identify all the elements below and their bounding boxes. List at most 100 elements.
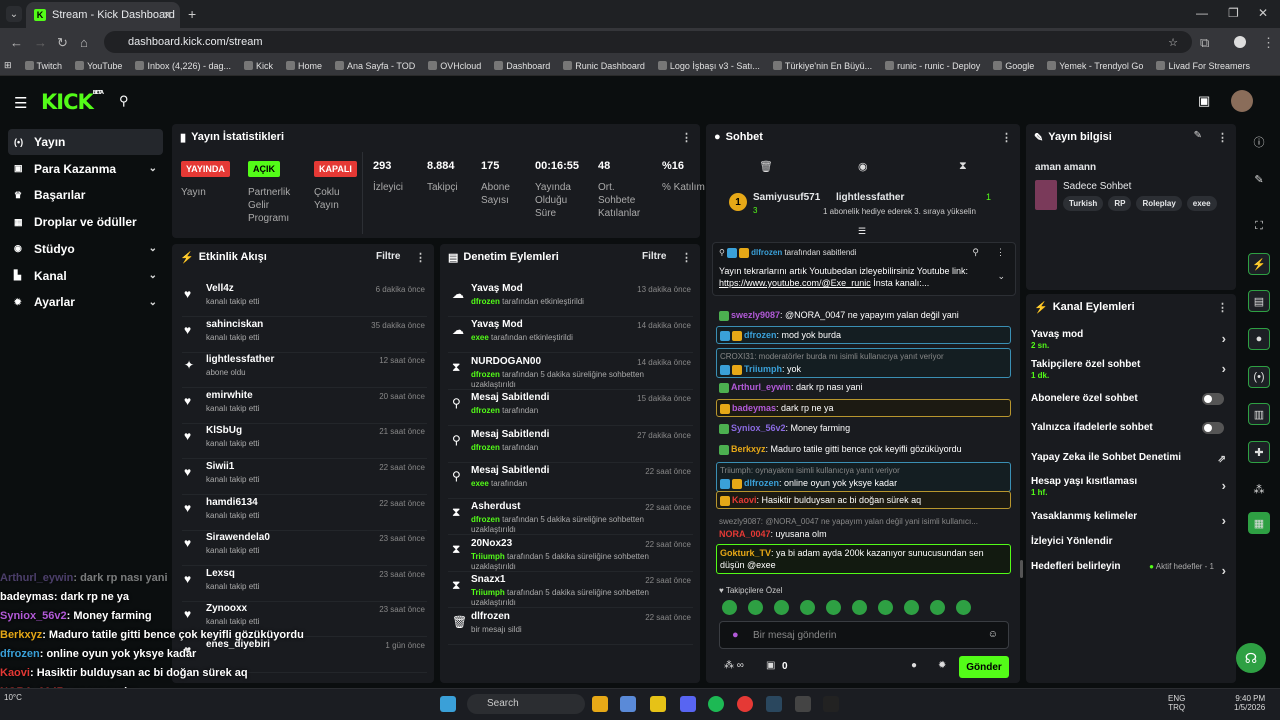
moderation-row[interactable]: ⚲ Mesaj Sabitlendi dfrozen tarafından 27 da… bbox=[448, 427, 693, 463]
gear-icon[interactable]: ✹ bbox=[938, 660, 946, 671]
activity-row[interactable]: ♥ sahinciskan kanalı takip etti 35 dakika ö… bbox=[182, 317, 427, 353]
chat-username[interactable]: Berkxyz bbox=[731, 444, 766, 454]
folder-icon[interactable] bbox=[650, 696, 666, 712]
discord-icon[interactable] bbox=[680, 696, 696, 712]
chat-username[interactable]: NORA_0047 bbox=[719, 529, 771, 539]
game-icon[interactable]: ▦ bbox=[1248, 512, 1270, 534]
maximize-button[interactable]: ❐ bbox=[1228, 6, 1239, 20]
bookmark-item[interactable]: Kick bbox=[244, 61, 273, 71]
channel-action-row[interactable]: Yapay Zeka ile Sohbet Denetimi ⇗ bbox=[1031, 452, 1226, 465]
reply-context[interactable]: swezly9087: @NORA_0047 ne yapayım yalan … bbox=[719, 516, 1008, 528]
points-icon[interactable]: ⁂ bbox=[1248, 478, 1270, 500]
stream-info-menu-icon[interactable]: ⋮ bbox=[1217, 131, 1228, 144]
moderator-name[interactable]: exee bbox=[471, 479, 489, 488]
moderation-row[interactable]: 🗑 dlfrozen bir mesajı sildi 22 saat önce bbox=[448, 609, 693, 645]
activity-row[interactable]: ♥ Vell4z kanalı takip etti 6 dakika önce bbox=[182, 281, 427, 317]
moderation-row[interactable]: ⧗ Snazx1 Triiumph tarafından 5 dakika süre… bbox=[448, 572, 693, 609]
sidebar-item-4[interactable]: ◉ Stüdyo ⌄ bbox=[8, 236, 163, 262]
broadcast-icon[interactable]: (•) bbox=[1248, 366, 1270, 388]
activity-filter-button[interactable]: Filtre bbox=[376, 251, 400, 262]
emote-icon[interactable] bbox=[930, 600, 945, 615]
activity-row[interactable]: ✦ lightlessfather abone oldu 12 saat önce bbox=[182, 352, 427, 389]
moderator-name[interactable]: Triiumph bbox=[471, 552, 505, 561]
bookmark-item[interactable]: Yemek - Trendyol Go bbox=[1047, 61, 1143, 71]
reply-context[interactable]: CROXI31: moderatörler burda mı isimli ku… bbox=[720, 351, 1007, 363]
emote-icon[interactable] bbox=[956, 600, 971, 615]
bookmark-star-icon[interactable]: ☆ bbox=[1168, 36, 1178, 49]
tag-chip[interactable]: Turkish bbox=[1063, 196, 1104, 211]
moderator-name[interactable]: Triiumph bbox=[471, 588, 505, 597]
chat-menu-icon[interactable]: ⋮ bbox=[1001, 131, 1012, 144]
channel-action-row[interactable]: Yasaklanmış kelimeler › bbox=[1031, 511, 1226, 528]
emote-icon[interactable] bbox=[774, 600, 789, 615]
tab-search-button[interactable]: ⌄ bbox=[6, 6, 22, 22]
channel-actions-menu-icon[interactable]: ⋮ bbox=[1217, 301, 1228, 314]
chat-username[interactable]: swezly9087 bbox=[731, 310, 780, 320]
leader2-name[interactable]: lightlessfather bbox=[836, 192, 904, 203]
moderation-row[interactable]: ⧗ NURDOGAN00 dfrozen tarafından 5 dakika s… bbox=[448, 354, 693, 390]
bookmark-item[interactable]: Ana Sayfa - TOD bbox=[335, 61, 415, 71]
apps-icon[interactable]: ⊞ bbox=[4, 60, 12, 71]
chat-bubble-icon[interactable]: ● bbox=[1248, 328, 1270, 350]
fullscreen-icon[interactable]: ⛶ bbox=[1248, 215, 1270, 237]
chat-message[interactable]: Gokturk_TV: ya bi adam ayda 200k kazanıy… bbox=[716, 544, 1011, 574]
pinned-link[interactable]: https://www.youtube.com/@Exe_runic bbox=[719, 278, 871, 288]
moderation-row[interactable]: ⚲ Mesaj Sabitlendi exee tarafından 22 saat … bbox=[448, 463, 693, 499]
activity-row[interactable]: ♥ Siwii1 kanalı takip etti 22 saat önce bbox=[182, 459, 427, 495]
bookmark-item[interactable]: Türkiye'nin En Büyü... bbox=[772, 61, 872, 71]
obs-icon[interactable] bbox=[795, 696, 811, 712]
channel-action-row[interactable]: İzleyici Yönlendir bbox=[1031, 536, 1226, 547]
chat-mode-icon[interactable]: ◉ bbox=[858, 160, 868, 173]
bookmark-item[interactable]: Twitch bbox=[24, 61, 62, 71]
activity-menu-icon[interactable]: ⋮ bbox=[415, 251, 426, 264]
sidebar-item-0[interactable]: (•) Yayın bbox=[8, 129, 163, 155]
emote-icon[interactable] bbox=[878, 600, 893, 615]
chat-message[interactable]: dfrozen: mod yok burda bbox=[716, 326, 1011, 344]
moderator-name[interactable]: dfrozen bbox=[471, 370, 500, 379]
moderation-row[interactable]: ⧗ 20Nox23 Triiumph tarafından 5 dakika sür… bbox=[448, 536, 693, 572]
chat-scrollbar[interactable] bbox=[1020, 560, 1023, 578]
browser-menu-icon[interactable]: ⋮ bbox=[1262, 35, 1275, 51]
url-field[interactable]: dashboard.kick.com/stream ☆ bbox=[104, 31, 1192, 53]
home-button[interactable]: ⌂ bbox=[80, 35, 88, 50]
document-icon[interactable]: ▤ bbox=[1248, 290, 1270, 312]
bookmark-item[interactable]: YouTube bbox=[75, 61, 122, 71]
gift-icon[interactable]: ▣ bbox=[766, 660, 775, 671]
edit-icon[interactable]: ✎ bbox=[1194, 130, 1202, 141]
wrench-icon[interactable]: ✚ bbox=[1248, 441, 1270, 463]
chat-message[interactable]: swezly9087: @NORA_0047 ne yapayım yalan … bbox=[716, 514, 1011, 542]
epic-icon[interactable] bbox=[823, 696, 839, 712]
chat-username[interactable]: Kaovi bbox=[732, 495, 757, 505]
moderator-name[interactable]: dfrozen bbox=[471, 443, 500, 452]
info-icon[interactable]: ⓘ bbox=[1248, 131, 1270, 153]
chat-message[interactable]: CROXI31: moderatörler burda mı isimli ku… bbox=[716, 348, 1011, 378]
bolt-icon[interactable]: ⚡ bbox=[1248, 253, 1270, 275]
emote-icon[interactable] bbox=[904, 600, 919, 615]
chat-message[interactable]: Arthurl_eywin: dark rp nası yani bbox=[716, 379, 1011, 395]
bookmark-item[interactable]: OVHcloud bbox=[428, 61, 481, 71]
chat-username[interactable]: dfrozen bbox=[744, 330, 777, 340]
tag-chip[interactable]: Roleplay bbox=[1136, 196, 1182, 211]
close-tab-icon[interactable]: ✕ bbox=[163, 9, 172, 22]
toggle-switch[interactable] bbox=[1202, 393, 1224, 405]
moderation-row[interactable]: ⚲ Mesaj Sabitlendi dfrozen tarafından 15 da… bbox=[448, 390, 693, 427]
points-icon[interactable]: ⁂ ∞ bbox=[724, 660, 744, 671]
moderator-name[interactable]: exee bbox=[471, 333, 489, 342]
bookmark-item[interactable]: Home bbox=[286, 61, 322, 71]
chat-message[interactable]: swezly9087: @NORA_0047 ne yapayım yalan … bbox=[716, 307, 1011, 323]
moderation-row[interactable]: ☁ Yavaş Mod exee tarafından etkinleştirild… bbox=[448, 317, 693, 354]
bookmark-item[interactable]: Livad For Streamers bbox=[1156, 61, 1250, 71]
pin-icon[interactable]: ⚲ bbox=[119, 93, 129, 109]
moderator-name[interactable]: dfrozen bbox=[471, 297, 500, 306]
activity-row[interactable]: ♥ Sirawendela0 kanalı takip etti 23 saat ön… bbox=[182, 530, 427, 567]
send-button[interactable]: Gönder bbox=[959, 656, 1009, 678]
weather-widget[interactable]: 10°C bbox=[4, 693, 22, 702]
back-button[interactable]: ← bbox=[10, 35, 23, 50]
chat-username[interactable]: Syniox_56v2 bbox=[731, 423, 786, 433]
channel-action-row[interactable]: Abonelere özel sohbet bbox=[1031, 393, 1226, 405]
bookmark-item[interactable]: runic - runic - Deploy bbox=[885, 61, 980, 71]
toggle-switch[interactable] bbox=[1202, 422, 1224, 434]
language-indicator[interactable]: ENG TRQ bbox=[1168, 694, 1185, 712]
avatar[interactable] bbox=[1231, 90, 1253, 112]
unpin-icon[interactable]: ⚲ bbox=[972, 247, 979, 258]
